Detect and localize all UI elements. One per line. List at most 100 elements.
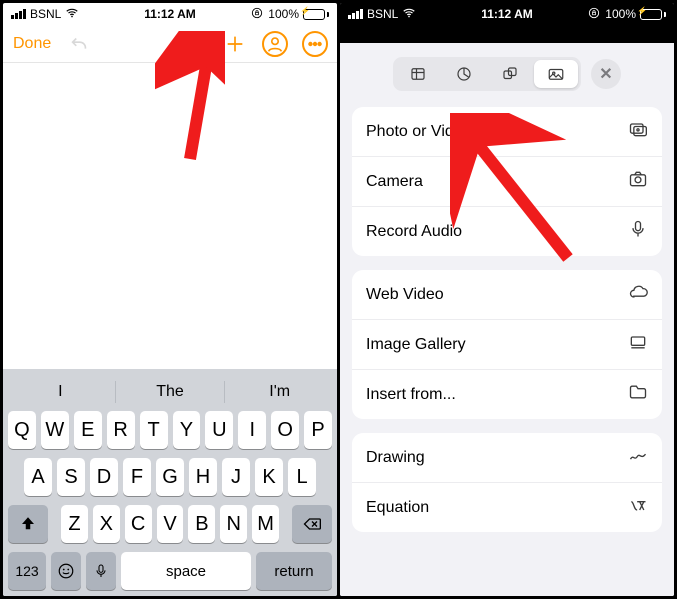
- drawing-row[interactable]: Drawing: [352, 433, 662, 482]
- note-toolbar: Done: [3, 25, 337, 63]
- close-button[interactable]: ✕: [591, 59, 621, 89]
- battery-percent: 100%: [268, 7, 299, 21]
- key-s[interactable]: S: [57, 458, 85, 496]
- key-v[interactable]: V: [157, 505, 184, 543]
- gallery-icon: [628, 332, 648, 357]
- key-y[interactable]: Y: [173, 411, 201, 449]
- shift-key[interactable]: [8, 505, 48, 543]
- suggestion-3[interactable]: I'm: [225, 383, 334, 401]
- key-g[interactable]: G: [156, 458, 184, 496]
- key-f[interactable]: F: [123, 458, 151, 496]
- suggestion-bar: I The I'm: [6, 373, 334, 411]
- suggestion-2[interactable]: The: [116, 383, 225, 401]
- backspace-key[interactable]: [292, 505, 332, 543]
- more-button[interactable]: [303, 32, 327, 56]
- key-z[interactable]: Z: [61, 505, 88, 543]
- key-c[interactable]: C: [125, 505, 152, 543]
- style-button[interactable]: [183, 32, 207, 56]
- return-key[interactable]: return: [256, 552, 332, 590]
- key-row-1: Q W E R T Y U I O P: [6, 411, 334, 449]
- key-row-3: Z X C V B N M: [6, 505, 334, 543]
- undo-button[interactable]: [67, 32, 91, 56]
- signal-icon: [348, 9, 363, 19]
- key-w[interactable]: W: [41, 411, 69, 449]
- wifi-icon: [402, 6, 416, 23]
- row-label: Web Video: [366, 286, 444, 304]
- key-q[interactable]: Q: [8, 411, 36, 449]
- profile-button[interactable]: [263, 32, 287, 56]
- key-d[interactable]: D: [90, 458, 118, 496]
- insert-sheet: ✕ Photo or Video Camera Record Audio: [340, 43, 674, 596]
- row-label: Image Gallery: [366, 336, 466, 354]
- clock: 11:12 AM: [144, 7, 196, 21]
- row-label: Insert from...: [366, 386, 456, 404]
- row-label: Photo or Video: [366, 123, 472, 141]
- row-label: Drawing: [366, 449, 425, 467]
- row-label: Camera: [366, 173, 423, 191]
- category-segmented[interactable]: [393, 57, 581, 91]
- cloud-icon: [628, 282, 648, 307]
- key-b[interactable]: B: [188, 505, 215, 543]
- key-p[interactable]: P: [304, 411, 332, 449]
- space-key[interactable]: space: [121, 552, 251, 590]
- insert-category-row: ✕: [352, 53, 662, 93]
- key-k[interactable]: K: [255, 458, 283, 496]
- orientation-lock-icon: [250, 6, 264, 23]
- mic-icon: [628, 219, 648, 244]
- media-group-1: Photo or Video Camera Record Audio: [352, 107, 662, 256]
- record-audio-row[interactable]: Record Audio: [352, 206, 662, 256]
- orientation-lock-icon: [587, 6, 601, 23]
- camera-icon: [628, 169, 648, 194]
- key-l[interactable]: L: [288, 458, 316, 496]
- key-j[interactable]: J: [222, 458, 250, 496]
- battery-icon: ⚡: [640, 9, 666, 20]
- status-bar: BSNL 11:12 AM 100% ⚡: [340, 3, 674, 25]
- equation-row[interactable]: Equation: [352, 482, 662, 532]
- photo-or-video-row[interactable]: Photo or Video: [352, 107, 662, 156]
- done-button[interactable]: Done: [13, 35, 51, 53]
- add-button[interactable]: [223, 32, 247, 56]
- tables-tab-icon[interactable]: [396, 60, 440, 88]
- note-body[interactable]: [3, 63, 337, 369]
- wifi-icon: [65, 6, 79, 23]
- key-h[interactable]: H: [189, 458, 217, 496]
- key-u[interactable]: U: [205, 411, 233, 449]
- row-label: Equation: [366, 499, 429, 517]
- key-row-2: A S D F G H J K L: [6, 458, 334, 496]
- signal-icon: [11, 9, 26, 19]
- suggestion-1[interactable]: I: [6, 383, 115, 401]
- left-phone: BSNL 11:12 AM 100% ⚡ Done: [3, 3, 337, 596]
- insert-from-row[interactable]: Insert from...: [352, 369, 662, 419]
- keyboard: I The I'm Q W E R T Y U I O P A S: [3, 369, 337, 596]
- carrier-label: BSNL: [367, 7, 398, 21]
- photo-icon: [628, 119, 648, 144]
- carrier-label: BSNL: [30, 7, 61, 21]
- key-t[interactable]: T: [140, 411, 168, 449]
- key-n[interactable]: N: [220, 505, 247, 543]
- folder-icon: [628, 382, 648, 407]
- image-gallery-row[interactable]: Image Gallery: [352, 319, 662, 369]
- key-x[interactable]: X: [93, 505, 120, 543]
- key-o[interactable]: O: [271, 411, 299, 449]
- dictation-key[interactable]: [86, 552, 116, 590]
- scribble-icon: [628, 445, 648, 470]
- key-i[interactable]: I: [238, 411, 266, 449]
- clock: 11:12 AM: [481, 7, 533, 21]
- battery-icon: ⚡: [303, 9, 329, 20]
- key-r[interactable]: R: [107, 411, 135, 449]
- key-m[interactable]: M: [252, 505, 279, 543]
- row-label: Record Audio: [366, 223, 462, 241]
- battery-percent: 100%: [605, 7, 636, 21]
- camera-row[interactable]: Camera: [352, 156, 662, 206]
- key-e[interactable]: E: [74, 411, 102, 449]
- numbers-key[interactable]: 123: [8, 552, 46, 590]
- shapes-tab-icon[interactable]: [488, 60, 532, 88]
- right-phone: BSNL 11:12 AM 100% ⚡: [340, 3, 674, 596]
- status-bar: BSNL 11:12 AM 100% ⚡: [3, 3, 337, 25]
- media-tab-icon[interactable]: [534, 60, 578, 88]
- media-group-3: Drawing Equation: [352, 433, 662, 532]
- web-video-row[interactable]: Web Video: [352, 270, 662, 319]
- key-a[interactable]: A: [24, 458, 52, 496]
- charts-tab-icon[interactable]: [442, 60, 486, 88]
- emoji-key[interactable]: [51, 552, 81, 590]
